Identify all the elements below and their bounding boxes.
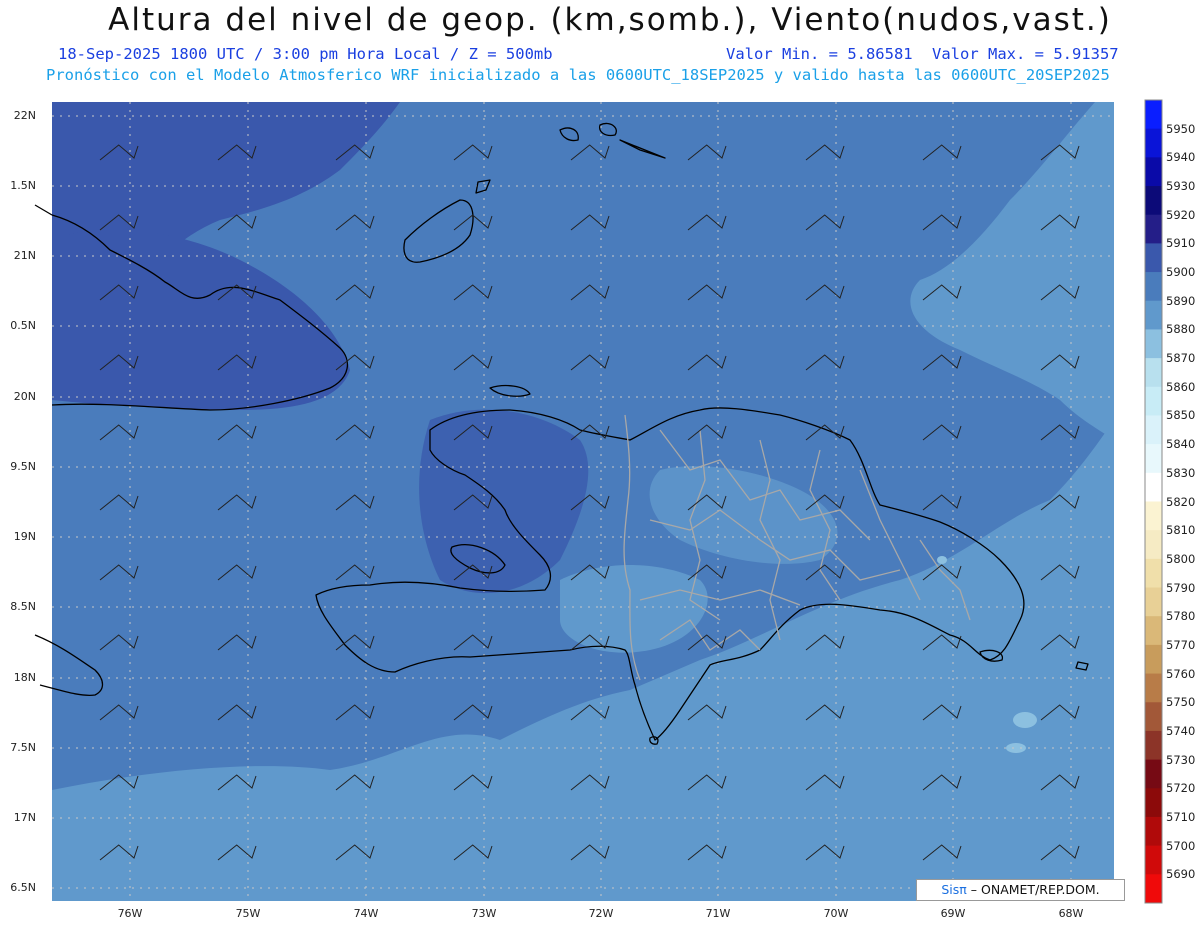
colorbar-label: 5910 bbox=[1166, 236, 1196, 251]
colorbar-label: 5930 bbox=[1166, 179, 1196, 194]
lon-label: 76W bbox=[117, 907, 143, 920]
colorbar-swatch bbox=[1145, 874, 1162, 904]
colorbar-label: 5890 bbox=[1166, 293, 1196, 308]
colorbar-swatch bbox=[1145, 759, 1162, 789]
lat-label: 18N bbox=[13, 671, 36, 684]
colorbar-swatch bbox=[1145, 415, 1162, 445]
colorbar-swatch bbox=[1145, 300, 1162, 330]
colorbar-swatch bbox=[1145, 157, 1162, 187]
lat-label: 7.5N bbox=[10, 741, 36, 754]
lat-label: 6.5N bbox=[10, 881, 36, 894]
colorbar-swatch bbox=[1145, 501, 1162, 531]
colorbar-swatch bbox=[1145, 644, 1162, 675]
colorbar-swatch bbox=[1145, 214, 1162, 244]
colorbar-swatch bbox=[1145, 530, 1162, 560]
colorbar-swatch bbox=[1145, 702, 1162, 732]
colorbar-label: 5940 bbox=[1166, 150, 1196, 165]
lat-label: 17N bbox=[13, 811, 36, 824]
colorbar-swatch bbox=[1145, 358, 1162, 388]
colorbar bbox=[1145, 100, 1162, 904]
lon-label: 74W bbox=[353, 907, 379, 920]
shade-5870-patch bbox=[1006, 743, 1026, 753]
lon-label: 75W bbox=[235, 907, 261, 920]
colorbar-label: 5830 bbox=[1166, 465, 1196, 480]
colorbar-swatch bbox=[1145, 243, 1162, 273]
colorbar-label: 5810 bbox=[1166, 523, 1196, 538]
colorbar-label: 5800 bbox=[1166, 551, 1196, 566]
credit-box: Sisπ – ONAMET/REP.DOM. bbox=[916, 879, 1125, 901]
colorbar-swatch bbox=[1145, 329, 1162, 359]
lat-label: 19N bbox=[13, 530, 36, 543]
lat-label: 9.5N bbox=[10, 460, 36, 473]
colorbar-swatch bbox=[1145, 472, 1162, 502]
lon-label: 72W bbox=[588, 907, 614, 920]
colorbar-swatch bbox=[1145, 816, 1162, 847]
colorbar-swatch bbox=[1145, 444, 1162, 474]
colorbar-swatch bbox=[1145, 128, 1162, 158]
lon-label: 70W bbox=[823, 907, 849, 920]
colorbar-swatch bbox=[1145, 730, 1162, 761]
lon-label: 73W bbox=[471, 907, 497, 920]
colorbar-label: 5850 bbox=[1166, 408, 1196, 423]
lat-label: 1.5N bbox=[10, 179, 36, 192]
colorbar-label: 5790 bbox=[1166, 580, 1196, 595]
colorbar-swatch bbox=[1145, 845, 1162, 875]
colorbar-label: 5770 bbox=[1166, 637, 1196, 652]
lon-label: 68W bbox=[1058, 907, 1084, 920]
colorbar-label: 5750 bbox=[1166, 695, 1196, 710]
weather-map bbox=[34, 99, 1163, 904]
lon-label: 69W bbox=[940, 907, 966, 920]
lat-label: 21N bbox=[13, 249, 36, 262]
colorbar-swatch bbox=[1145, 558, 1162, 589]
colorbar-label: 5780 bbox=[1166, 609, 1196, 624]
shade-5870-patch bbox=[1013, 712, 1037, 728]
colorbar-label: 5920 bbox=[1166, 207, 1196, 222]
colorbar-swatch bbox=[1145, 186, 1162, 216]
colorbar-swatch bbox=[1145, 386, 1162, 416]
colorbar-label: 5880 bbox=[1166, 322, 1196, 337]
colorbar-swatch bbox=[1145, 100, 1162, 130]
colorbar-label: 5720 bbox=[1166, 781, 1196, 796]
credit-text: – ONAMET/REP.DOM. bbox=[970, 882, 1100, 897]
colorbar-label: 5710 bbox=[1166, 809, 1196, 824]
lat-label: 8.5N bbox=[10, 600, 36, 613]
colorbar-label: 5860 bbox=[1166, 379, 1196, 394]
colorbar-label: 5760 bbox=[1166, 666, 1196, 681]
colorbar-swatch bbox=[1145, 587, 1162, 617]
lon-label: 71W bbox=[705, 907, 731, 920]
lat-label: 0.5N bbox=[10, 319, 36, 332]
colorbar-label: 5730 bbox=[1166, 752, 1196, 767]
colorbar-label: 5740 bbox=[1166, 723, 1196, 738]
colorbar-swatch bbox=[1145, 673, 1162, 703]
colorbar-label: 5820 bbox=[1166, 494, 1196, 509]
lat-label: 20N bbox=[13, 390, 36, 403]
colorbar-swatch bbox=[1145, 272, 1162, 302]
colorbar-swatch bbox=[1145, 616, 1162, 646]
colorbar-label: 5840 bbox=[1166, 437, 1196, 452]
colorbar-label: 5700 bbox=[1166, 838, 1196, 853]
colorbar-label: 5870 bbox=[1166, 351, 1196, 366]
lat-label: 22N bbox=[13, 109, 36, 122]
colorbar-label: 5690 bbox=[1166, 867, 1196, 882]
colorbar-swatch bbox=[1145, 788, 1162, 818]
colorbar-label: 5950 bbox=[1166, 121, 1196, 136]
colorbar-label: 5900 bbox=[1166, 265, 1196, 280]
shade-5870-patch bbox=[937, 556, 947, 564]
sis-logo: Sisπ bbox=[941, 882, 967, 897]
